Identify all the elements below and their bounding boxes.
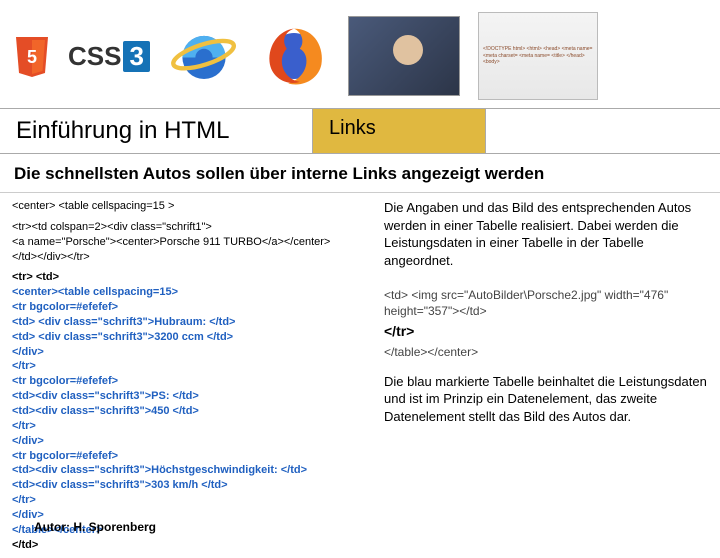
code-column: <center> <table cellspacing=15 > <tr><td… bbox=[12, 199, 372, 558]
code-line: </table></center> bbox=[384, 344, 708, 360]
code-line: <td><div class="schrift3">303 km/h </td> bbox=[12, 478, 372, 493]
code-line: </tr> bbox=[12, 359, 372, 374]
code-line: <td><div class="schrift3">PS: </td> bbox=[12, 389, 372, 404]
code-line: <td> <div class="schrift3">3200 ccm </td… bbox=[12, 330, 372, 345]
code-line: <a name="Porsche"><center>Porsche 911 TU… bbox=[12, 235, 372, 250]
html5-icon: 5 bbox=[14, 35, 50, 77]
code-line: </tr> bbox=[12, 493, 372, 508]
section-tab: Links bbox=[312, 109, 486, 153]
code-line: <td> <div class="schrift3">Hubraum: </td… bbox=[12, 315, 372, 330]
css3-text: CSS bbox=[68, 41, 121, 72]
presenter-photo bbox=[348, 16, 460, 96]
paragraph: Die Angaben und das Bild des entsprechen… bbox=[384, 199, 708, 269]
code-line: <td><div class="schrift3">Höchstgeschwin… bbox=[12, 463, 372, 478]
code-line: <tr> <td> bbox=[12, 270, 372, 285]
code-line: </div> bbox=[12, 434, 372, 449]
code-line: <center><table cellspacing=15> bbox=[12, 285, 372, 300]
explanation-column: Die Angaben und das Bild des entsprechen… bbox=[384, 199, 708, 558]
ie-icon bbox=[168, 20, 240, 92]
code-sheet-image: <!DOCTYPE html> <html> <head> <meta name… bbox=[478, 12, 598, 100]
svg-text:5: 5 bbox=[27, 47, 37, 67]
code-line: <tr bgcolor=#efefef> bbox=[12, 449, 372, 464]
content-area: <center> <table cellspacing=15 > <tr><td… bbox=[0, 193, 720, 558]
page-title: Einführung in HTML bbox=[0, 109, 312, 153]
css3-icon: CSS3 bbox=[68, 41, 150, 72]
code-line: </tr> bbox=[384, 322, 708, 341]
code-line: </td></div></tr> bbox=[12, 250, 372, 265]
code-line: <td><div class="schrift3">450 </td> bbox=[12, 404, 372, 419]
subtitle: Die schnellsten Autos sollen über intern… bbox=[0, 154, 720, 193]
code-line: <tr bgcolor=#efefef> bbox=[12, 300, 372, 315]
code-line: <td> <img src="AutoBilder\Porsche2.jpg" … bbox=[384, 287, 708, 319]
author-label: Autor: H. Sporenberg bbox=[34, 520, 156, 534]
code-line: </tr> bbox=[12, 419, 372, 434]
code-line: <tr><td colspan=2><div class="schrift1"> bbox=[12, 220, 372, 235]
logo-bar: 5 CSS3 <!DOCTYPE html> <html> <head> <me… bbox=[0, 0, 720, 108]
paragraph: Die blau markierte Tabelle beinhaltet di… bbox=[384, 373, 708, 426]
title-row: Einführung in HTML Links bbox=[0, 108, 720, 154]
code-line: </div> bbox=[12, 345, 372, 360]
code-line: <center> <table cellspacing=15 > bbox=[12, 199, 372, 214]
code-line: <tr bgcolor=#efefef> bbox=[12, 374, 372, 389]
firefox-icon bbox=[258, 20, 330, 92]
css3-number: 3 bbox=[123, 41, 149, 72]
